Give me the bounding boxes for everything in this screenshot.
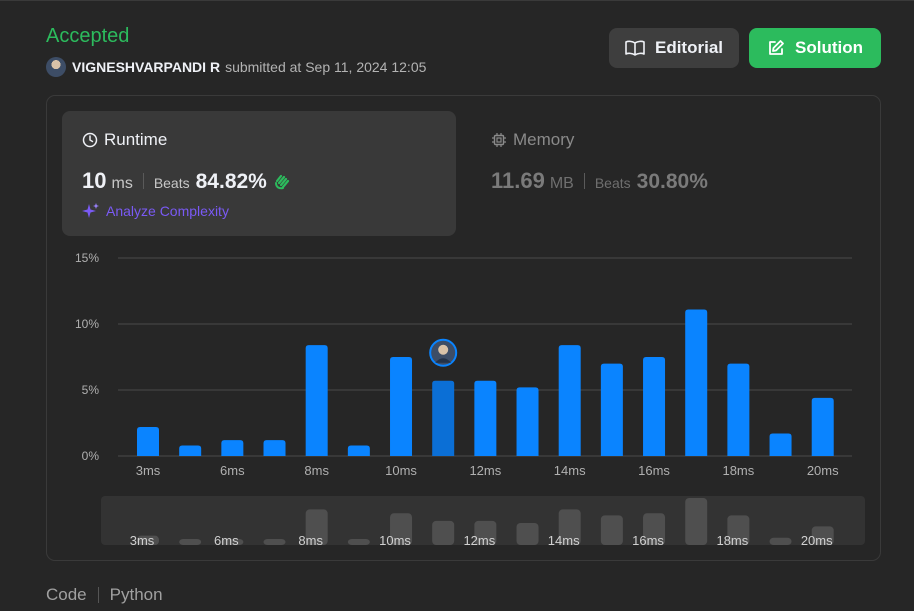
mini-bar [347, 539, 370, 545]
mini-bar [769, 537, 792, 545]
code-footer: Code Python [46, 585, 163, 605]
x-tick-label: 12ms [469, 463, 501, 478]
chart-bar [390, 357, 413, 456]
mini-bar [179, 539, 202, 545]
mini-x-tick-label: 16ms [632, 533, 664, 548]
language-label: Python [109, 585, 163, 604]
x-tick-label: 14ms [554, 463, 586, 478]
x-tick-label: 6ms [220, 463, 245, 478]
chart-bar [769, 433, 792, 456]
mini-x-tick-label: 3ms [130, 533, 155, 548]
y-tick-label: 15% [75, 251, 99, 265]
mini-x-tick-label: 10ms [379, 533, 411, 548]
mini-x-tick-label: 12ms [463, 533, 495, 548]
chart-bar [179, 445, 202, 456]
chart-bar [516, 387, 539, 456]
mini-x-tick-label: 20ms [801, 533, 833, 548]
mini-x-tick-label: 14ms [548, 533, 580, 548]
y-tick-label: 5% [82, 383, 100, 397]
chart-bar [727, 363, 750, 456]
x-tick-label: 10ms [385, 463, 417, 478]
y-tick-label: 10% [75, 317, 99, 331]
chart-bar [221, 440, 244, 456]
mini-bar [432, 520, 455, 545]
code-label: Code [46, 585, 87, 604]
chart-bar [137, 426, 159, 456]
chart-bar [600, 363, 623, 456]
avatar-face [438, 344, 449, 355]
divider [97, 587, 99, 603]
x-tick-label: 8ms [304, 463, 329, 478]
chart-bar [347, 445, 370, 456]
y-tick-label: 0% [82, 449, 100, 463]
chart-bar [305, 345, 328, 456]
mini-x-tick-label: 18ms [716, 533, 748, 548]
mini-bar [516, 522, 539, 545]
x-tick-label: 16ms [638, 463, 670, 478]
x-tick-label: 20ms [807, 463, 839, 478]
mini-bar [685, 498, 708, 545]
chart-bar [263, 440, 286, 456]
x-tick-label: 18ms [722, 463, 754, 478]
mini-x-tick-label: 8ms [298, 533, 323, 548]
x-tick-label: 3ms [136, 463, 161, 478]
mini-bar [263, 539, 286, 545]
mini-x-tick-label: 6ms [214, 533, 239, 548]
chart-bar [685, 309, 708, 456]
runtime-distribution-chart[interactable]: 0% 5% 10% 15% 3ms 6ms 8ms 10ms 12ms 14ms 16ms 18ms 2… [0, 0, 914, 610]
mini-bar [600, 515, 623, 545]
chart-bar [432, 380, 455, 456]
chart-bar [474, 380, 497, 456]
chart-bar [643, 357, 666, 456]
chart-bar [811, 397, 834, 456]
chart-bar [558, 345, 581, 456]
